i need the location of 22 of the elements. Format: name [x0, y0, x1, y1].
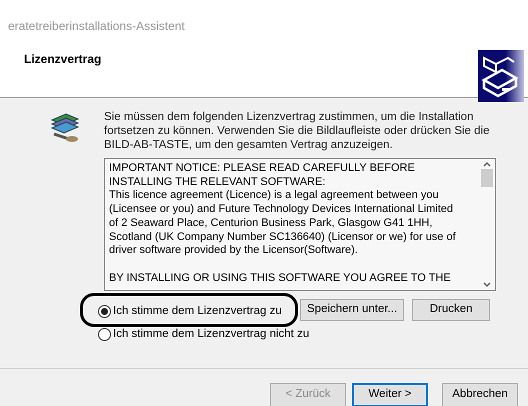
- radio-label[interactable]: Ich stimme dem Lizenzvertrag nicht zu: [113, 326, 310, 344]
- license-text-line: BY INSTALLING OR USING THIS SOFTWARE YOU AGREE TO THE: [109, 272, 452, 286]
- page-title: Lizenzvertrag: [24, 51, 102, 68]
- license-text-line: of 2 Seaward Place, Centurion Business Park, Glasgow G41 1HH,: [109, 216, 434, 231]
- instruction-text: Sie müssen dem folgenden Lizenzvertrag zustimmen, um die Installation fortsetzen zu können. Verwenden Sie die Bildlaufleiste oder drücken Sie die BILD-AB-TASTE, um den gesamten Vertrag anzuzeigen.: [104, 110, 490, 152]
- license-text-line: driver software provided by the Licensor(Software).: [109, 244, 359, 258]
- dialog-button[interactable]: Speichern unter...: [300, 299, 404, 321]
- license-text-line: This licence agreement (Licence) is a legal agreement between you: [109, 189, 440, 204]
- license-text-line: INSTALLING THE RELEVANT SOFTWARE:: [109, 176, 326, 190]
- license-text-line: (Licensee or you) and Future Technology Devices International Limited: [109, 203, 454, 217]
- radio-label[interactable]: Ich stimme dem Lizenzvertrag zu: [113, 303, 282, 320]
- wizard-button[interactable]: Weiter >: [352, 382, 428, 406]
- license-text-line: IMPORTANT NOTICE: PLEASE READ CAREFULLY BEFORE: [109, 162, 416, 176]
- wizard-button[interactable]: Abbrechen: [442, 382, 518, 406]
- scrollbar-thumb[interactable]: [481, 169, 493, 187]
- window-title: eratetreiberinstallations-Assistent: [8, 19, 185, 33]
- dialog-button[interactable]: Drucken: [412, 299, 490, 321]
- scroll-down-icon[interactable]: [483, 282, 491, 287]
- license-text-line: Scotland (UK Company Number SC136640) (Licensor or we) for use of: [109, 230, 457, 244]
- radio-button[interactable]: [98, 328, 111, 342]
- radio-button[interactable]: [98, 305, 111, 318]
- scroll-up-icon[interactable]: [483, 162, 491, 167]
